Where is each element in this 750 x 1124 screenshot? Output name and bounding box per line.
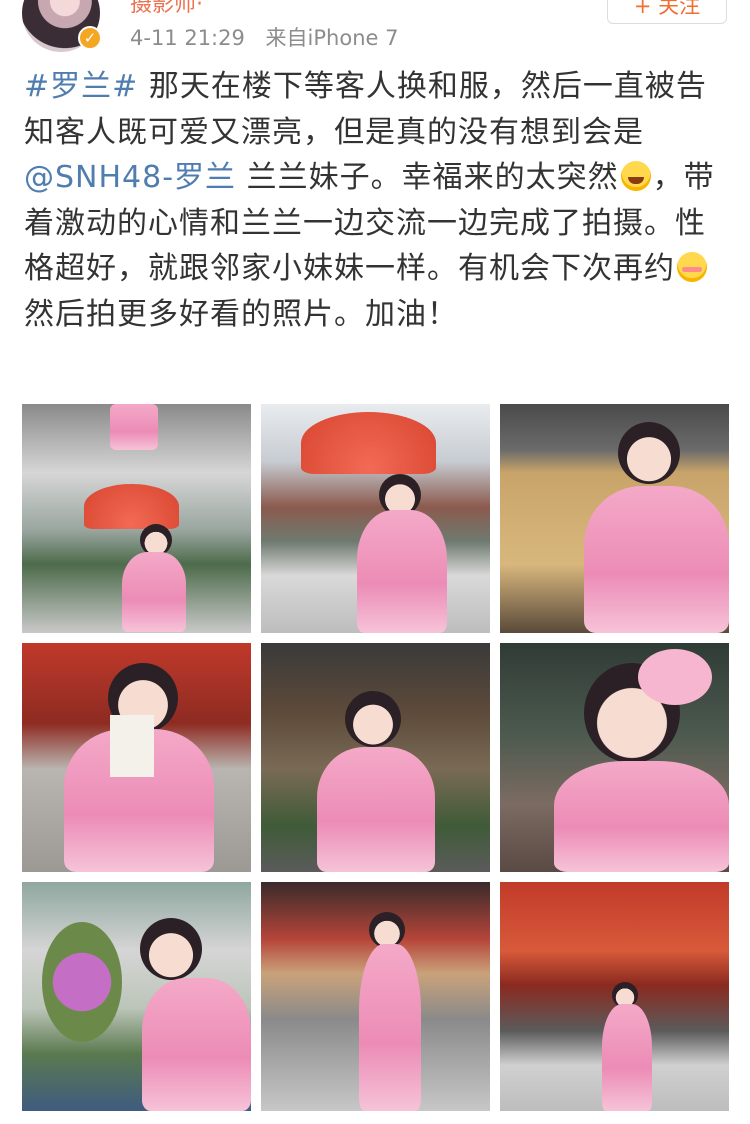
photo-8[interactable] <box>261 882 490 1111</box>
photo-4[interactable] <box>22 643 251 872</box>
photo-5[interactable] <box>261 643 490 872</box>
photo-6[interactable] <box>500 643 729 872</box>
text-part-4: 然后拍更多好看的照片。加油！ <box>24 296 458 332</box>
laughing-tears-emoji-icon <box>620 161 651 191</box>
follow-button[interactable]: + 关注 <box>607 0 727 24</box>
photo-1[interactable] <box>22 404 251 633</box>
username[interactable]: 摄影师· <box>130 0 203 18</box>
photo-9[interactable] <box>500 882 729 1111</box>
topic-link[interactable]: #罗兰# <box>24 69 138 104</box>
post-source: 来自iPhone 7 <box>265 26 399 50</box>
text-part-2: 兰兰妹子。幸福来的太突然 <box>236 160 619 195</box>
post-meta: 4-11 21:29 来自iPhone 7 <box>130 22 398 52</box>
post-text: #罗兰# 那天在楼下等客人换和服，然后一直被告知客人既可爱又漂亮，但是真的没有想… <box>24 64 728 337</box>
photo-7[interactable] <box>22 882 251 1111</box>
blushing-emoji-icon <box>677 252 707 282</box>
verified-badge-icon: ✓ <box>78 26 102 50</box>
photo-grid <box>22 404 729 1111</box>
post-time: 4-11 21:29 <box>130 26 245 50</box>
photo-3[interactable] <box>500 404 729 633</box>
mention-link[interactable]: @SNH48-罗兰 <box>24 160 236 195</box>
photo-2[interactable] <box>261 404 490 633</box>
post-header: ✓ 摄影师· 4-11 21:29 来自iPhone 7 + 关注 <box>0 0 750 62</box>
